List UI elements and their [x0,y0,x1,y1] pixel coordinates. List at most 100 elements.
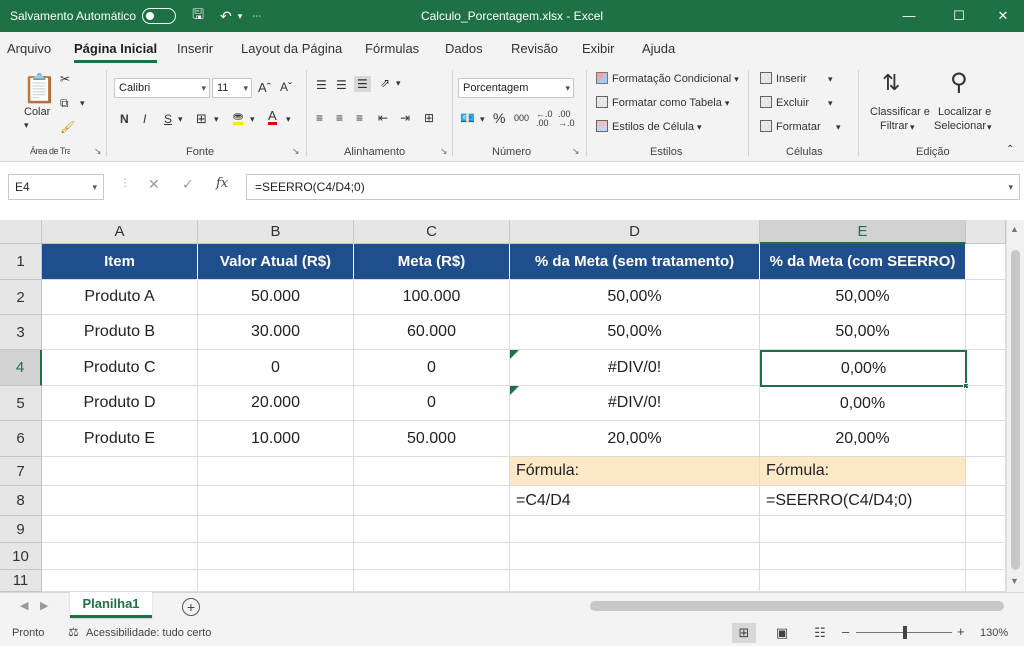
table-cell[interactable]: 50,00% [760,315,966,350]
column-header-c[interactable]: C [354,220,510,244]
insert-function-icon[interactable]: fx [216,176,228,191]
row-header[interactable]: 11 [0,570,42,592]
delete-dropdown-icon[interactable]: ▾ [828,98,833,109]
vertical-scrollbar[interactable]: ▲ ▼ [1006,220,1024,592]
page-break-view-icon[interactable]: ☷ [808,623,832,643]
empty-cell[interactable] [966,516,1006,543]
empty-cell[interactable] [198,570,354,592]
comma-style-button[interactable]: 000 [514,113,529,123]
maximize-icon[interactable]: ☐ [936,0,982,32]
name-box[interactable]: E4 ▾ [8,174,104,200]
bold-button[interactable]: N [120,112,129,126]
merge-center-icon[interactable]: ⊞ [424,111,434,125]
row-header[interactable]: 3 [0,315,42,350]
row-header[interactable]: 9 [0,516,42,543]
number-format-select[interactable]: Porcentagem ▾ [458,78,574,98]
align-middle-icon[interactable]: ☰ [336,78,347,92]
formula-label-cell[interactable]: Fórmula: [510,457,760,486]
vertical-scroll-thumb[interactable] [1011,250,1020,570]
zoom-out-button[interactable]: – [842,624,849,639]
active-cell[interactable]: 0,00% [760,350,967,387]
empty-cell[interactable] [198,543,354,570]
align-bottom-icon[interactable]: ☰ [354,76,371,92]
formula-text-cell[interactable]: =C4/D4 [510,486,760,516]
row-header[interactable]: 5 [0,386,42,421]
table-cell[interactable]: Produto B [42,315,198,350]
table-cell[interactable]: 50.000 [198,280,354,315]
find-select-dropdown-icon[interactable]: ▾ [987,122,992,133]
empty-cell[interactable] [966,543,1006,570]
empty-cell[interactable] [354,570,510,592]
font-color-dropdown-icon[interactable]: ▾ [286,114,291,125]
decrease-indent-icon[interactable]: ⇤ [378,111,388,125]
column-header-e[interactable]: E [760,220,966,244]
row-header[interactable]: 8 [0,486,42,516]
empty-cell[interactable] [510,516,760,543]
empty-cell[interactable] [760,543,966,570]
format-dropdown-icon[interactable]: ▾ [836,122,841,133]
table-cell[interactable]: Produto E [42,421,198,457]
table-cell[interactable]: Produto D [42,386,198,421]
table-cell[interactable]: 0 [198,350,354,386]
number-launcher-icon[interactable]: ↘ [572,146,580,157]
orientation-icon[interactable]: ⇗ [380,76,390,90]
font-size-select[interactable]: 11 ▾ [212,78,252,98]
table-cell[interactable]: 30.000 [198,315,354,350]
empty-cell[interactable] [966,486,1006,516]
scroll-down-icon[interactable]: ▼ [1010,576,1019,586]
table-cell[interactable]: 50,00% [760,280,966,315]
empty-cell[interactable] [42,570,198,592]
column-header-a[interactable]: A [42,220,198,244]
delete-cells-button[interactable]: Excluir [760,96,809,109]
empty-cell[interactable] [354,486,510,516]
column-header-f[interactable] [966,220,1006,244]
prev-sheet-icon[interactable]: ◀ [20,599,28,612]
error-cell[interactable]: #DIV/0! [510,386,760,421]
table-cell[interactable]: 20.000 [198,386,354,421]
format-as-table-button[interactable]: Formatar como Tabela ▾ [596,96,729,109]
align-right-icon[interactable]: ≡ [356,111,363,125]
table-cell[interactable]: 50.000 [354,421,510,457]
next-sheet-icon[interactable]: ▶ [40,599,48,612]
empty-cell[interactable] [966,315,1006,350]
find-search-icon[interactable]: ⚲ [950,68,968,97]
table-header-cell[interactable]: Item [42,244,198,280]
zoom-level[interactable]: 130% [980,627,1008,639]
empty-cell[interactable] [966,570,1006,592]
underline-button[interactable]: S [164,112,172,126]
paste-icon[interactable]: 📋 [22,72,57,105]
accounting-dropdown-icon[interactable]: ▾ [480,114,485,125]
formula-input[interactable]: =SEERRO(C4/D4;0) ▾ [246,174,1020,200]
tab-dados[interactable]: Dados [445,41,483,56]
increase-decimal-icon[interactable]: ←.0.00 [536,110,553,128]
close-icon[interactable]: ✕ [980,0,1024,32]
empty-cell[interactable] [198,486,354,516]
copy-dropdown-icon[interactable]: ▾ [80,98,85,109]
formula-text-cell[interactable]: =SEERRO(C4/D4;0) [760,486,966,516]
table-header-cell[interactable]: % da Meta (com SEERRO) [760,244,966,280]
decrease-decimal-icon[interactable]: .00 →.0 [558,110,575,128]
insert-cells-button[interactable]: Inserir [760,72,807,85]
row-header[interactable]: 10 [0,543,42,570]
accessibility-icon[interactable]: ⚖ [68,625,79,639]
empty-cell[interactable] [42,543,198,570]
empty-cell[interactable] [966,457,1006,486]
table-cell[interactable]: 50,00% [510,280,760,315]
cut-icon[interactable]: ✂ [60,72,70,86]
horizontal-scroll-thumb[interactable] [590,601,1004,611]
empty-cell[interactable] [42,486,198,516]
table-cell[interactable]: 100.000 [354,280,510,315]
customize-toolbar-icon[interactable]: ⋯ [252,11,261,22]
table-cell[interactable]: 0 [354,386,510,421]
borders-icon[interactable]: ⊞ [196,111,207,127]
table-cell[interactable]: 60.000 [354,315,510,350]
table-cell[interactable]: 10.000 [198,421,354,457]
empty-cell[interactable] [354,457,510,486]
page-layout-view-icon[interactable]: ▣ [770,623,794,643]
tab-revisao[interactable]: Revisão [511,41,558,56]
empty-cell[interactable] [967,350,1006,386]
paste-dropdown-icon[interactable]: ▾ [24,120,29,131]
tab-layout-pagina[interactable]: Layout da Página [241,41,342,56]
underline-dropdown-icon[interactable]: ▾ [178,114,183,125]
tab-exibir[interactable]: Exibir [582,41,615,56]
